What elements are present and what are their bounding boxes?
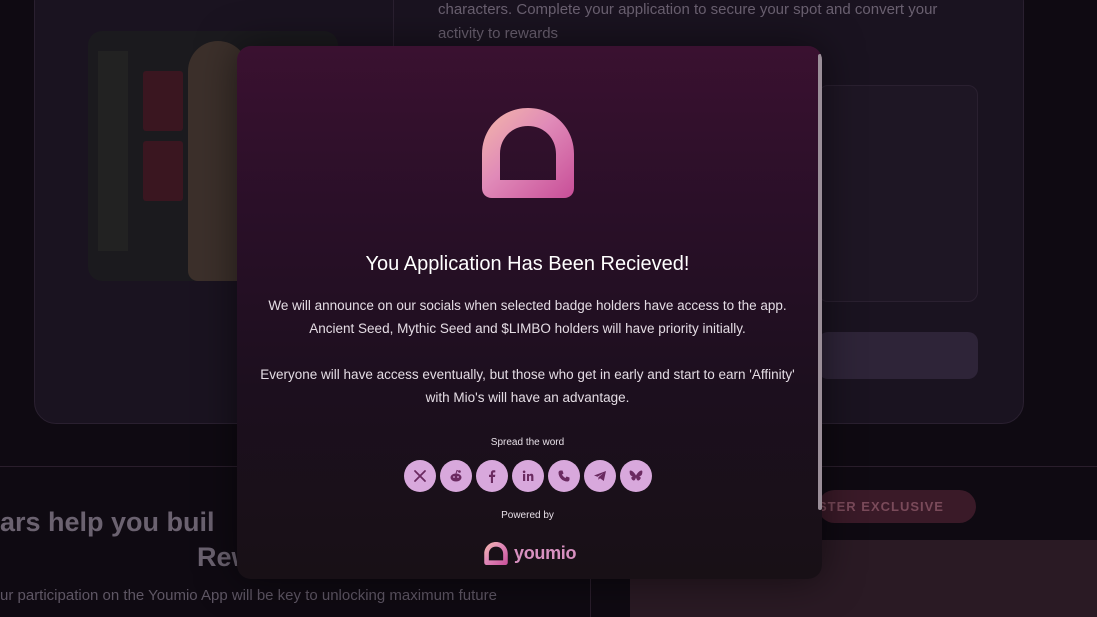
- share-whatsapp-button[interactable]: [548, 460, 580, 492]
- share-linkedin-button[interactable]: [512, 460, 544, 492]
- submit-button: [818, 332, 978, 379]
- youmio-small-logo-icon: [484, 541, 508, 565]
- powered-by-label: Powered by: [501, 510, 554, 521]
- application-form: [818, 85, 978, 302]
- reddit-icon: [450, 469, 462, 482]
- facebook-icon: [489, 470, 496, 483]
- phone-icon: [558, 470, 570, 482]
- share-facebook-button[interactable]: [476, 460, 508, 492]
- brand-wordmark: youmio: [514, 542, 577, 563]
- intro-text-line: activity to rewards: [438, 25, 559, 42]
- access-text: Everyone will have access eventually, bu…: [260, 367, 795, 405]
- share-x-button[interactable]: [404, 460, 436, 492]
- share-bluesky-button[interactable]: [620, 460, 652, 492]
- preview-tile: [143, 71, 183, 131]
- modal-title: You Application Has Been Recieved!: [365, 253, 690, 275]
- bluesky-icon: [629, 470, 643, 481]
- exclusive-pill-label: STER EXCLUSIVE: [818, 499, 944, 514]
- spread-the-word-label: Spread the word: [490, 437, 565, 448]
- section-heading: ars help you buil: [0, 507, 215, 537]
- share-telegram-button[interactable]: [584, 460, 616, 492]
- telegram-icon: [594, 471, 606, 481]
- announcement-text: We will announce on our socials when sel…: [268, 298, 787, 336]
- x-icon: [414, 470, 426, 482]
- preview-sidebar: [98, 51, 128, 251]
- youmio-logo-icon: [482, 108, 574, 198]
- share-buttons: [404, 460, 652, 492]
- section-paragraph: ur participation on the Youmio App will …: [0, 587, 497, 604]
- intro-text: characters. Complete your application to…: [438, 0, 998, 46]
- share-reddit-button[interactable]: [440, 460, 472, 492]
- intro-text-line: characters. Complete your application to…: [438, 1, 938, 18]
- youmio-brand[interactable]: youmio: [484, 541, 577, 565]
- modal-scrollbar[interactable]: [818, 54, 822, 510]
- preview-tile: [143, 141, 183, 201]
- application-received-modal: You Application Has Been Recieved! We wi…: [237, 46, 822, 579]
- linkedin-icon: [522, 470, 534, 481]
- exclusive-pill: STER EXCLUSIVE: [818, 490, 976, 523]
